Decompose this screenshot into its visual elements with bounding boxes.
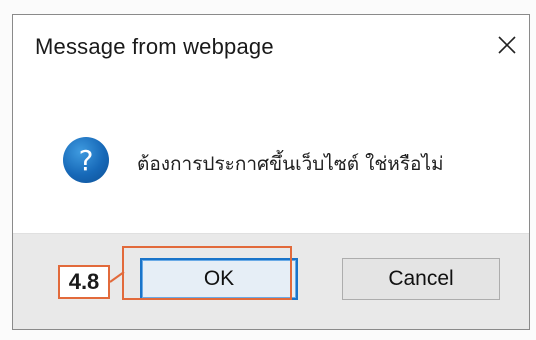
step-callout: 4.8 [58,265,110,299]
question-glyph: ? [78,143,94,177]
question-icon: ? [63,137,109,183]
close-button[interactable] [491,29,523,61]
dialog-message: ต้องการประกาศขึ้นเว็บไซต์ ใช่หรือไม่ [137,153,444,175]
cancel-button[interactable]: Cancel [342,258,500,300]
dialog-title: Message from webpage [35,34,274,59]
ok-button[interactable]: OK [140,258,298,300]
screenshot-stage: Message from webpage ? ต้องการประกาศขึ้น… [0,0,536,340]
close-icon [498,36,516,54]
dialog-titlebar: Message from webpage [13,15,529,79]
